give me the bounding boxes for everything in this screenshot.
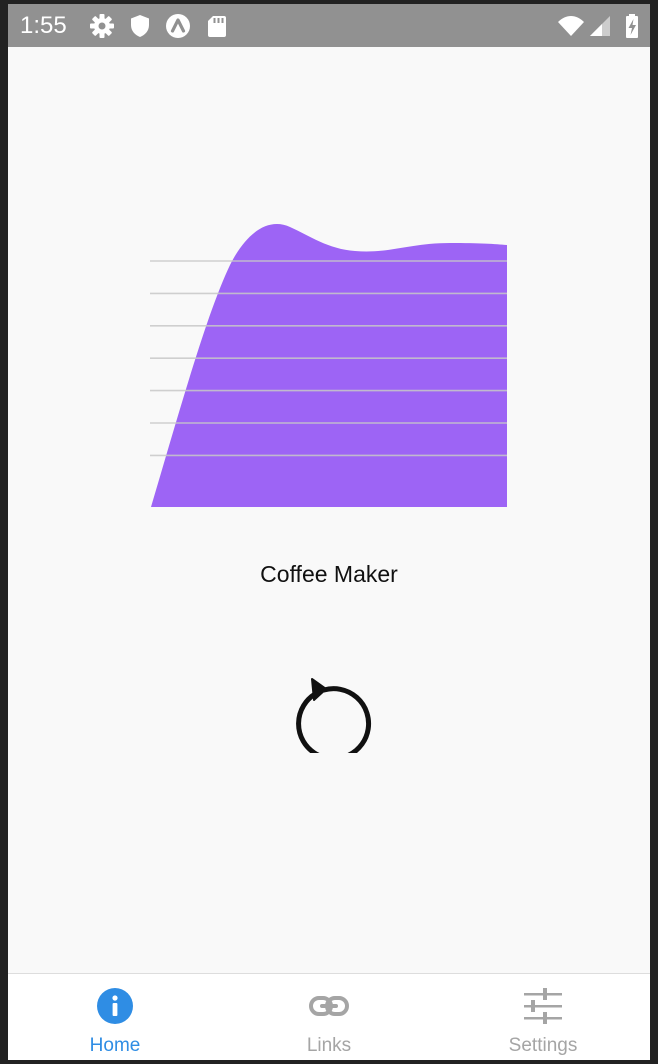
tab-settings-label: Settings bbox=[508, 1035, 578, 1056]
chart-area-fill bbox=[151, 224, 507, 508]
chart-area-group bbox=[151, 224, 507, 508]
battery-charging-icon bbox=[626, 14, 638, 38]
phone-screen: 1:55 Coffee Maker Home Links Settings bbox=[8, 4, 650, 1060]
shield-icon bbox=[131, 15, 149, 37]
refresh-icon[interactable] bbox=[284, 663, 374, 753]
tab-links-label: Links bbox=[306, 1035, 352, 1056]
status-time: 1:55 bbox=[20, 12, 67, 39]
home-screen: Coffee Maker bbox=[8, 47, 650, 973]
signal-icon bbox=[590, 16, 610, 36]
link-icon bbox=[309, 996, 349, 1016]
tab-home[interactable]: Home bbox=[8, 974, 222, 1060]
tab-settings[interactable]: Settings bbox=[436, 974, 650, 1060]
sliders-icon bbox=[524, 988, 562, 1024]
info-circle-icon bbox=[97, 988, 133, 1024]
coffee-level-chart bbox=[150, 224, 507, 508]
bottom-tab-bar: Home Links Settings bbox=[8, 973, 650, 1060]
status-bar: 1:55 bbox=[8, 4, 650, 47]
tab-links[interactable]: Links bbox=[222, 974, 436, 1060]
sd-card-icon bbox=[208, 16, 226, 37]
a-circle-icon bbox=[166, 14, 190, 38]
device-name: Coffee Maker bbox=[260, 561, 398, 587]
gear-icon bbox=[90, 14, 114, 38]
tab-home-label: Home bbox=[89, 1035, 141, 1056]
wifi-icon bbox=[558, 16, 584, 36]
